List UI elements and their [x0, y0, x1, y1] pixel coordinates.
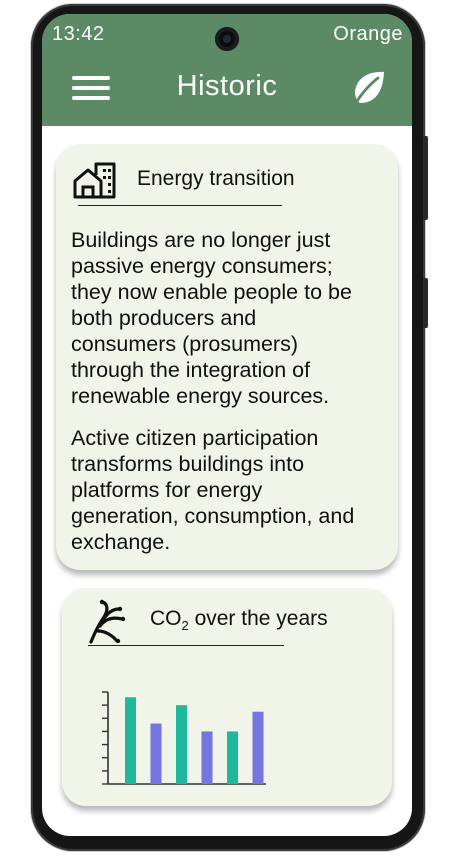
divider: [88, 645, 284, 646]
title-rest: over the years: [188, 607, 328, 630]
power-button: [423, 278, 428, 328]
screen: 13:42 Orange Historic Energy transition …: [42, 14, 412, 836]
volume-button: [423, 136, 428, 220]
co2-bar-chart: [90, 678, 270, 788]
app-bar: 13:42 Orange Historic: [42, 14, 412, 126]
text-line: consumers (prosumers): [71, 332, 298, 356]
building-icon: [72, 161, 118, 201]
chart-bar: [252, 711, 264, 784]
text-line: transforms buildings into: [71, 452, 305, 476]
front-camera: [215, 27, 239, 51]
title-subscript: 2: [181, 618, 189, 634]
card-title: CO2 over the years: [150, 607, 328, 633]
status-carrier: Orange: [333, 23, 403, 45]
branching-arrows-icon: [86, 598, 128, 644]
text-line: exchange.: [71, 530, 171, 554]
title-co: CO: [150, 607, 182, 630]
text-line: both producers and: [71, 306, 257, 330]
energy-paragraph-1: Buildings are no longer just passive ene…: [71, 227, 391, 409]
divider: [78, 205, 282, 206]
text-line: platforms for energy: [71, 478, 263, 502]
energy-transition-card: Energy transition Buildings are no longe…: [56, 144, 398, 570]
chart-svg: [102, 691, 266, 785]
status-time: 13:42: [52, 23, 105, 45]
text-line: they now enable people to be: [71, 280, 352, 304]
text-line: Active citizen participation: [71, 426, 319, 450]
chart-bar: [125, 697, 136, 784]
chart-bar: [150, 723, 162, 784]
leaf-icon[interactable]: [349, 68, 389, 108]
chart-bar: [176, 705, 187, 784]
text-line: renewable energy sources.: [71, 384, 330, 408]
text-line: generation, consumption, and: [71, 504, 355, 528]
text-line: passive energy consumers;: [71, 254, 333, 278]
co2-card[interactable]: CO2 over the years: [62, 588, 392, 806]
chart-bar: [227, 731, 238, 784]
card-title: Energy transition: [137, 167, 295, 190]
text-line: through the integration of: [71, 358, 311, 382]
energy-paragraph-2: Active citizen participation transforms …: [71, 425, 391, 555]
text-line: Buildings are no longer just: [71, 228, 331, 252]
chart-bar: [201, 731, 213, 784]
